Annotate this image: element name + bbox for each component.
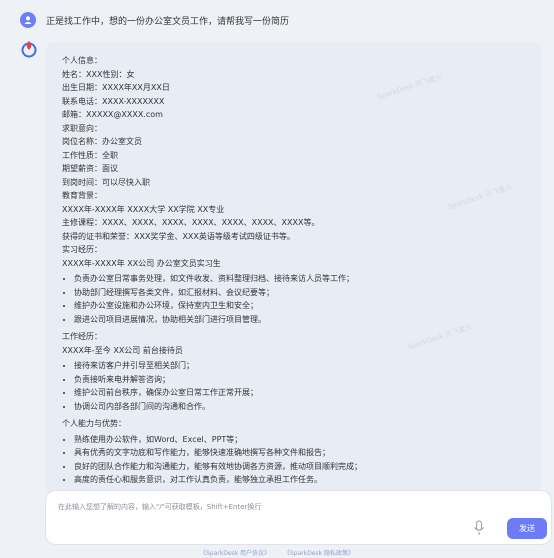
- user-agreement-link[interactable]: 《SparkDesk 用户协议》: [200, 550, 270, 557]
- section-heading-intent: 求职意向：: [62, 123, 102, 133]
- send-button[interactable]: 发送: [507, 518, 547, 539]
- personal-line: 邮箱：XXXXX@XXXX.com: [62, 110, 163, 119]
- chat-input-placeholder[interactable]: 在此输入您想了解的内容，输入"/"可获取模板，Shift+Enter换行: [58, 502, 261, 512]
- list-item: 负责办公室日常事务处理，如文件收发、资料整理归档、接待来访人员等工作；: [74, 272, 532, 286]
- list-item: 具有优秀的文字功底和写作能力，能够快速准确地撰写各种文件和报告；: [74, 446, 532, 460]
- list-item: 高度的责任心和服务意识，对工作认真负责，能够独立承担工作任务。: [74, 473, 532, 487]
- internship-title: XXXX年-XXXX年 XX公司 办公室文员实习生: [62, 258, 221, 268]
- section-heading-ability: 个人能力与优势：: [62, 419, 126, 428]
- personal-line: 联系电话：XXXX-XXXXXXX: [62, 96, 165, 106]
- internship-list: 负责办公室日常事务处理，如文件收发、资料整理归档、接待来访人员等工作； 协助部门…: [62, 272, 532, 326]
- intent-line: 到岗时间：可以尽快入职: [62, 177, 150, 187]
- list-item: 负责接听来电并解答咨询；: [74, 373, 532, 387]
- education-line: XXXX年-XXXX年 XXXX大学 XX学院 XX专业: [62, 204, 225, 214]
- ability-list: 熟练使用办公软件，如Word、Excel、PPT等； 具有优秀的文字功底和写作能…: [62, 433, 532, 487]
- list-item: 维护公司前台秩序，确保办公室日常工作正常开展；: [74, 386, 532, 400]
- section-heading-internship: 实习经历：: [62, 245, 102, 254]
- chat-input-bar[interactable]: 在此输入您想了解的内容，输入"/"可获取模板，Shift+Enter换行 发送: [46, 491, 551, 544]
- list-item: 维护办公室设施和办公环境，保持室内卫生和安全；: [74, 299, 532, 313]
- work-list: 接待来访客户并引导至相关部门； 负责接听来电并解答咨询； 维护公司前台秩序，确保…: [62, 359, 532, 413]
- education-line: 主修课程：XXXX、XXXX、XXXX、XXXX、XXXX、XXXX、XXXX等…: [62, 218, 320, 227]
- assistant-avatar-icon: [20, 40, 38, 58]
- personal-line: 姓名：XXX性别：女: [62, 69, 135, 79]
- list-item: 跟进公司项目进展情况，协助相关部门进行项目管理。: [74, 313, 532, 327]
- education-line: 获得的证书和荣誉：XXX奖学金、XXX英语等级考试四级证书等。: [62, 231, 295, 241]
- microphone-icon[interactable]: [473, 520, 485, 536]
- user-message-text: 正是找工作中，想的一份办公室文员工作，请帮我写一份简历: [46, 16, 290, 27]
- intent-line: 工作性质：全职: [62, 150, 118, 160]
- intent-line: 期望薪资：面议: [62, 164, 118, 173]
- list-item: 接待来访客户并引导至相关部门；: [74, 359, 532, 373]
- privacy-policy-link[interactable]: 《SparkDesk 隐私政策》: [284, 550, 354, 557]
- work-title: XXXX年-至今 XX公司 前台接待员: [62, 345, 183, 355]
- assistant-answer-card: SparkDesk 讯飞星火 SparkDesk 讯飞星火 SparkDesk …: [46, 42, 541, 497]
- section-heading-education: 教育背景：: [62, 191, 102, 200]
- user-avatar-icon: [20, 12, 36, 28]
- personal-line: 出生日期：XXXX年XX月XX日: [62, 83, 170, 92]
- section-heading-personal: 个人信息：: [62, 56, 102, 65]
- list-item: 良好的团队合作能力和沟通能力，能够有效地协调各方资源，推动项目顺利完成；: [74, 460, 532, 474]
- footer-links: 《SparkDesk 用户协议》 《SparkDesk 隐私政策》: [0, 548, 554, 557]
- section-heading-work: 工作经历：: [62, 332, 102, 341]
- list-item: 熟练使用办公软件，如Word、Excel、PPT等；: [74, 433, 532, 447]
- list-item: 协调公司内部各部门间的沟通和合作。: [74, 400, 532, 414]
- user-message-row: 正是找工作中，想的一份办公室文员工作，请帮我写一份简历: [20, 10, 289, 30]
- list-item: 协助部门经理撰写各类文件，如汇报材料、会议纪要等；: [74, 286, 532, 300]
- intent-line: 岗位名称：办公室文员: [62, 137, 142, 146]
